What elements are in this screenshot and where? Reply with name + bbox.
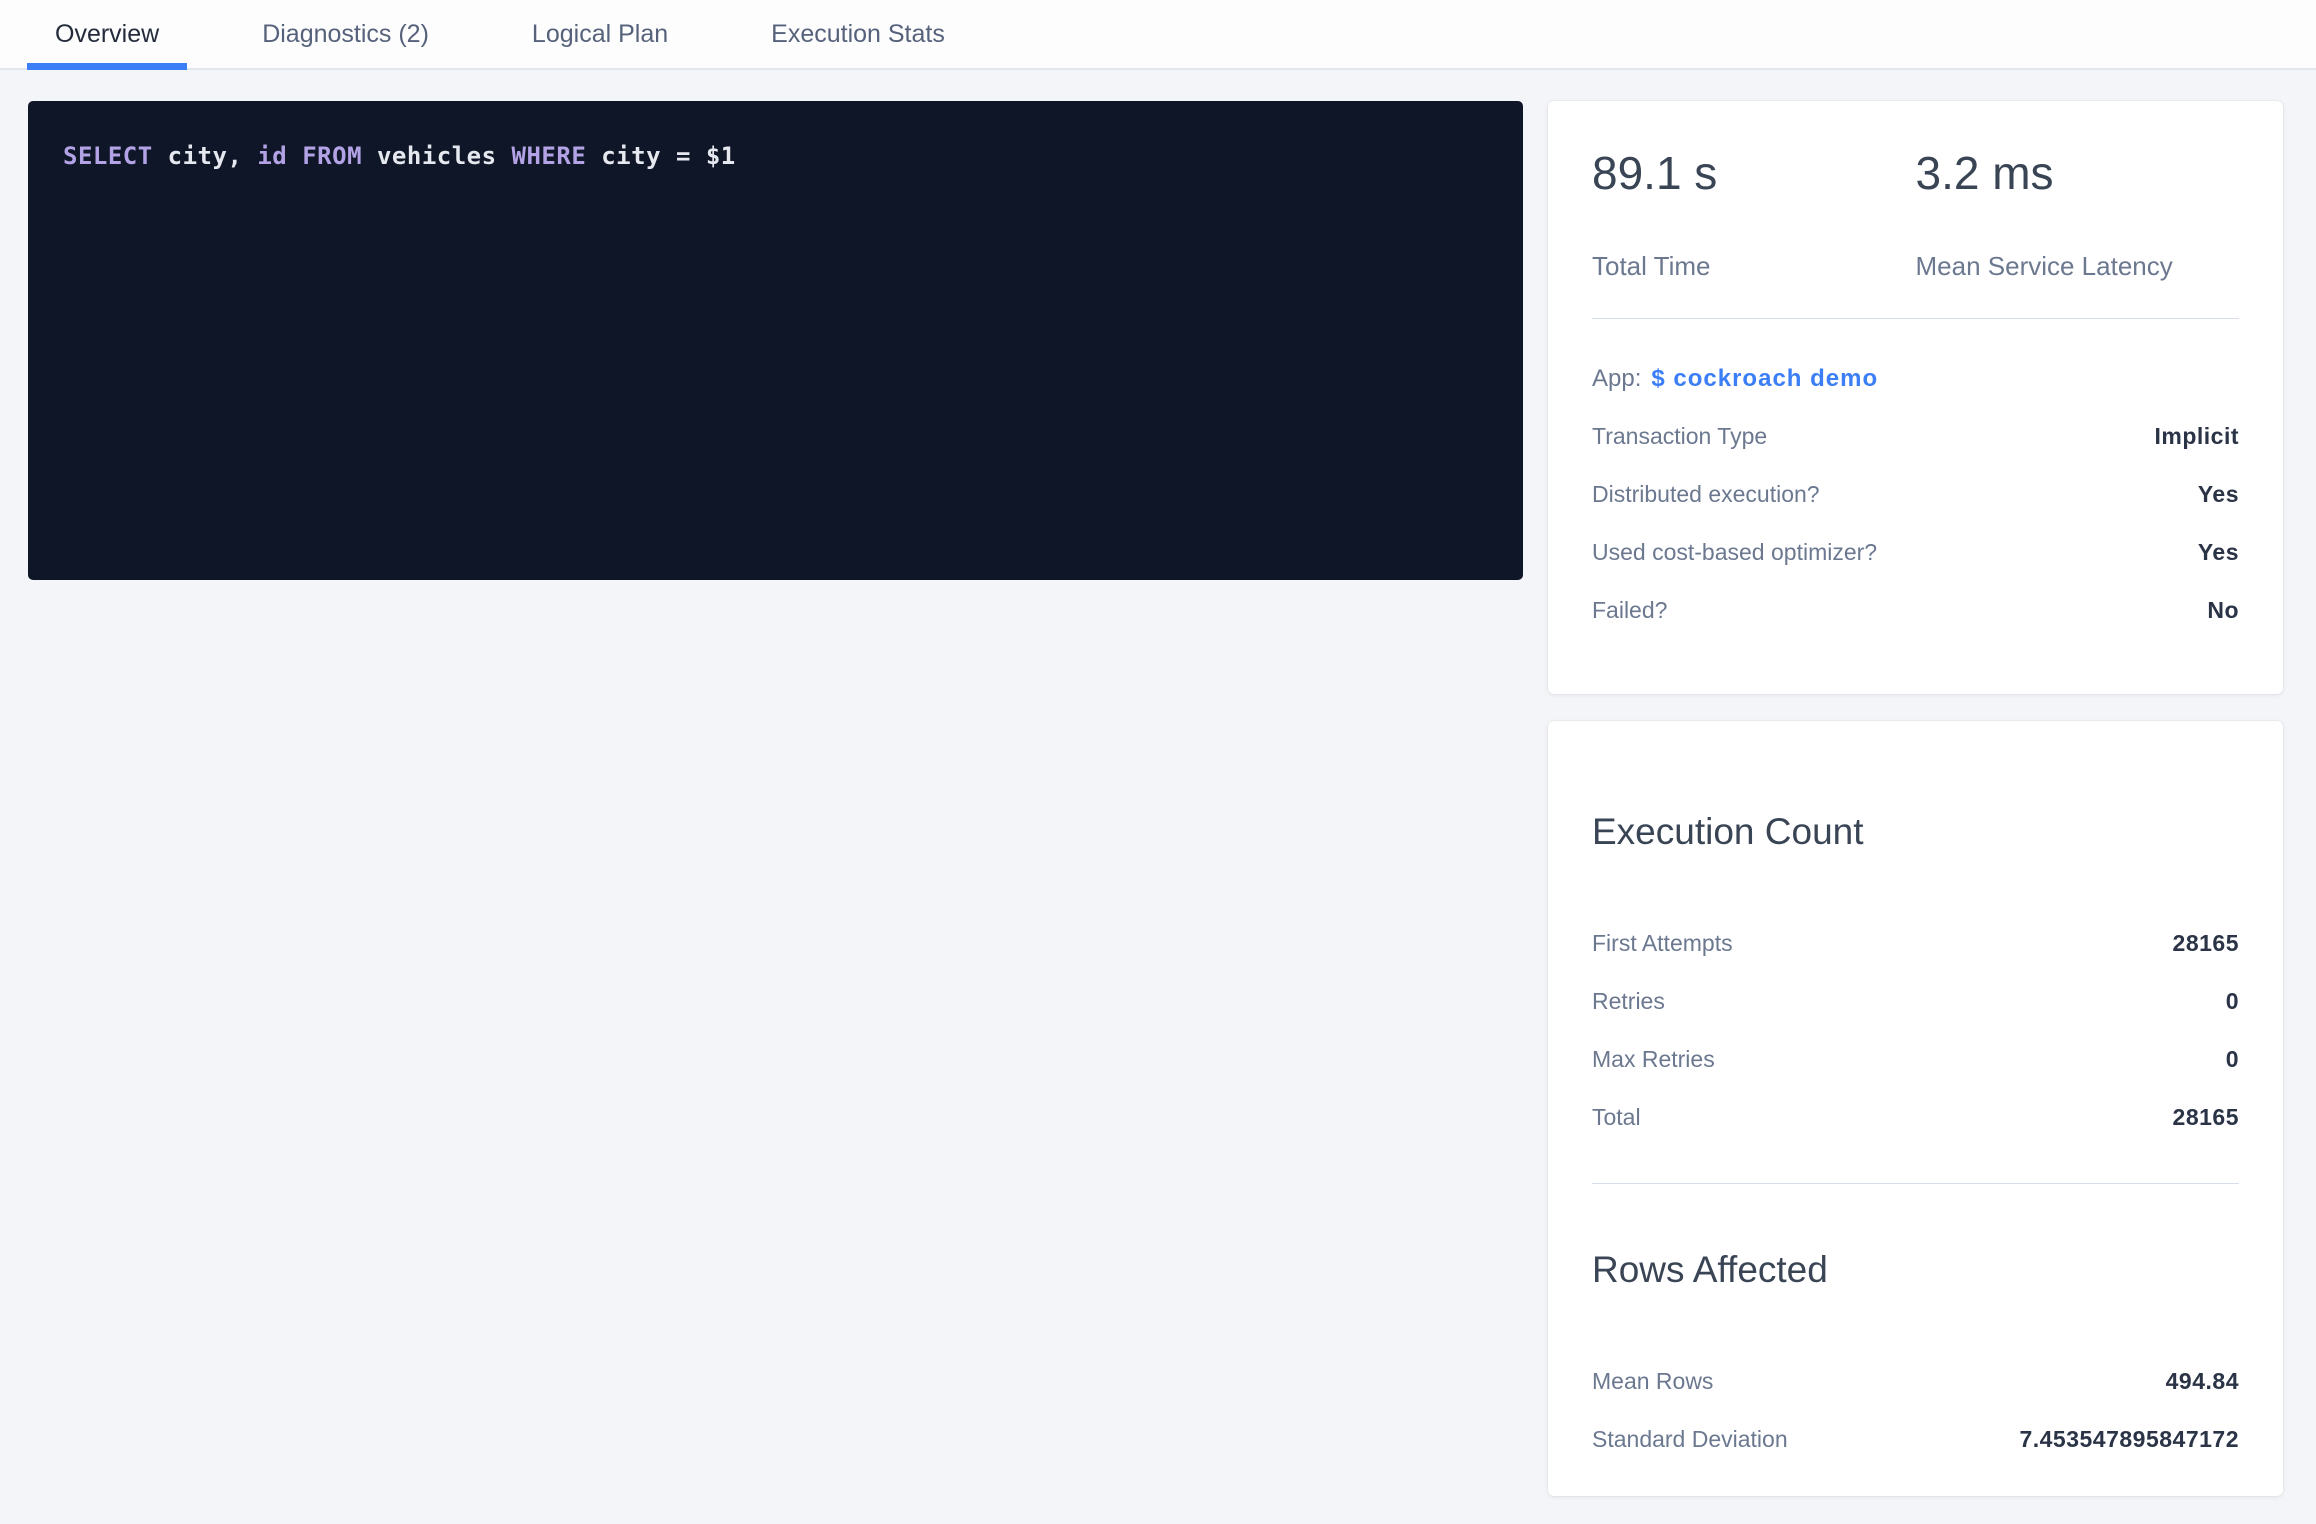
row-label: Max Retries [1592, 1046, 1715, 1073]
row-value: 28165 [2173, 1104, 2239, 1131]
row-label: Standard Deviation [1592, 1426, 1788, 1453]
section-rows-execution-count: First Attempts 28165 Retries 0 Max Retries 0 T… [1592, 914, 2239, 1146]
section-title-execution-count: Execution Count [1592, 810, 2239, 854]
stat-value: 3.2 ms [1916, 145, 2240, 201]
execution-stats-card: Execution Count First Attempts 28165 Retrie… [1548, 721, 2283, 1496]
detail-row-retries: Retries 0 [1592, 972, 2239, 1030]
sql-statement-text: SELECT city, id FROM vehicles WHERE city… [63, 142, 736, 170]
statement-overview-content: SELECT city, id FROM vehicles WHERE city… [0, 70, 2316, 1496]
latency-stats-row: 89.1 s Total Time 3.2 ms Mean Service Laten… [1592, 145, 2239, 282]
detail-row-max-retries: Max Retries 0 [1592, 1030, 2239, 1088]
section-rows-rows-affected: Mean Rows 494.84 Standard Deviation 7.45354… [1592, 1353, 2239, 1469]
app-row: App: $ cockroach demo [1592, 365, 2239, 393]
row-value: Implicit [2154, 423, 2239, 450]
row-label: Total [1592, 1104, 1641, 1131]
row-label: Failed? [1592, 597, 1667, 624]
detail-row-total: Total 28165 [1592, 1088, 2239, 1146]
divider [1592, 1183, 2239, 1184]
detail-row-used-cost-based-optimizer: Used cost-based optimizer? Yes [1592, 523, 2239, 581]
row-label: Mean Rows [1592, 1368, 1713, 1395]
row-label: Transaction Type [1592, 423, 1767, 450]
app-label: App: [1592, 365, 1641, 393]
detail-row-first-attempts: First Attempts 28165 [1592, 914, 2239, 972]
sql-keyword: SELECT [63, 142, 153, 170]
sql-keyword: WHERE [512, 142, 587, 170]
sql-text: vehicles [362, 142, 512, 170]
detail-row-standard-deviation: Standard Deviation 7.453547895847172 [1592, 1411, 2239, 1469]
stat-total-time: 89.1 s Total Time [1592, 145, 1916, 282]
tab-diagnostics-2[interactable]: Diagnostics (2) [234, 0, 457, 68]
row-value: 494.84 [2166, 1368, 2239, 1395]
sql-statement-box: SELECT city, id FROM vehicles WHERE city… [28, 101, 1523, 580]
tab-overview[interactable]: Overview [27, 0, 187, 68]
app-link[interactable]: $ cockroach demo [1651, 365, 1878, 393]
detail-row-mean-rows: Mean Rows 494.84 [1592, 1353, 2239, 1411]
row-label: Retries [1592, 988, 1665, 1015]
row-value: 28165 [2173, 930, 2239, 957]
detail-row-distributed-execution: Distributed execution? Yes [1592, 465, 2239, 523]
row-value: 7.453547895847172 [2019, 1426, 2239, 1453]
divider [1592, 318, 2239, 319]
row-value: Yes [2198, 481, 2239, 508]
stat-value: 89.1 s [1592, 145, 1916, 201]
row-value: Yes [2198, 539, 2239, 566]
row-label: Used cost-based optimizer? [1592, 539, 1877, 566]
stat-mean-service-latency: 3.2 ms Mean Service Latency [1916, 145, 2240, 282]
detail-row-transaction-type: Transaction Type Implicit [1592, 407, 2239, 465]
sql-keyword: FROM [302, 142, 362, 170]
tab-list: Overview Diagnostics (2) Logical Plan Execu… [0, 0, 1020, 68]
row-label: First Attempts [1592, 930, 1733, 957]
sql-text: city = $1 [586, 142, 736, 170]
tab-logical-plan[interactable]: Logical Plan [504, 0, 696, 68]
sql-text: city, [153, 142, 258, 170]
row-value: 0 [2226, 988, 2239, 1015]
row-value: 0 [2226, 1046, 2239, 1073]
overview-summary-card: 89.1 s Total Time 3.2 ms Mean Service Laten… [1548, 101, 2283, 694]
sql-text [287, 142, 302, 170]
tab-execution-stats[interactable]: Execution Stats [743, 0, 973, 68]
stat-label: Mean Service Latency [1916, 251, 2240, 282]
section-title-rows-affected: Rows Affected [1592, 1248, 2239, 1292]
summary-detail-rows: Transaction Type Implicit Distributed exec… [1592, 407, 2239, 639]
row-label: Distributed execution? [1592, 481, 1820, 508]
stat-label: Total Time [1592, 251, 1916, 282]
detail-row-failed: Failed? No [1592, 581, 2239, 639]
sql-keyword: id [257, 142, 287, 170]
row-value: No [2207, 597, 2239, 624]
summary-sidebar: 89.1 s Total Time 3.2 ms Mean Service Laten… [1548, 101, 2283, 1496]
tab-bar: Overview Diagnostics (2) Logical Plan Execu… [0, 0, 2316, 70]
